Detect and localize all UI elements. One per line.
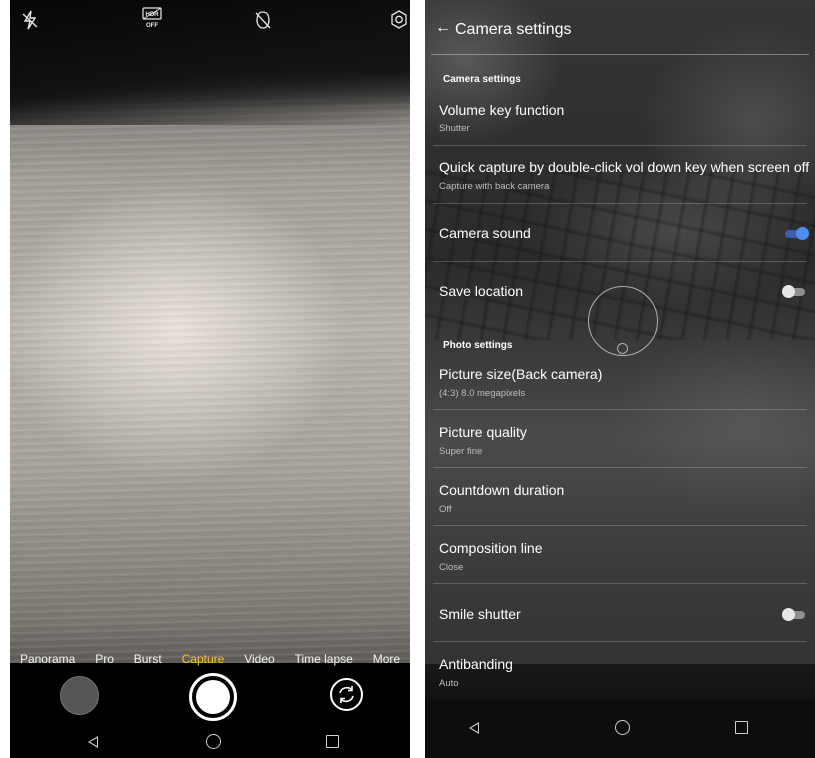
- setting-countdown-duration[interactable]: Countdown duration Off: [425, 468, 815, 526]
- switch-camera-icon: [339, 686, 354, 703]
- setting-picture-size[interactable]: Picture size(Back camera) (4:3) 8.0 mega…: [425, 356, 815, 410]
- setting-value: Shutter: [439, 123, 470, 134]
- mode-capture[interactable]: Capture: [182, 652, 225, 666]
- camera-sound-toggle[interactable]: [785, 227, 809, 240]
- focus-point: [617, 343, 628, 354]
- setting-picture-quality[interactable]: Picture quality Super fine: [425, 410, 815, 468]
- hdr-off-icon[interactable]: HDR OFF: [142, 7, 162, 33]
- wood-texture: [10, 100, 410, 663]
- settings-header: ← Camera settings: [425, 0, 815, 56]
- left-nav-bar: [10, 726, 410, 758]
- setting-title: Picture quality: [439, 424, 527, 440]
- nav-back-icon[interactable]: [469, 722, 479, 734]
- setting-value: Auto: [439, 678, 459, 689]
- page-title: Camera settings: [455, 21, 572, 38]
- mode-video[interactable]: Video: [244, 652, 274, 666]
- right-nav-bar: [425, 700, 815, 758]
- mode-time-lapse[interactable]: Time lapse: [295, 652, 353, 666]
- save-location-toggle[interactable]: [782, 285, 805, 298]
- section-camera-settings: Camera settings: [443, 74, 521, 85]
- nav-back-icon[interactable]: [88, 736, 98, 748]
- setting-title: Quick capture by double-click vol down k…: [439, 159, 810, 175]
- setting-smile-shutter[interactable]: Smile shutter: [425, 584, 815, 642]
- setting-save-location[interactable]: Save location: [425, 262, 815, 320]
- camera-top-bar: HDR OFF: [10, 0, 410, 44]
- setting-value: Super fine: [439, 446, 483, 457]
- camera-screen: HDR OFF Panorama Pro Burst Capture Video…: [10, 0, 410, 758]
- gallery-thumbnail[interactable]: [60, 676, 99, 715]
- setting-title: Antibanding: [439, 656, 513, 672]
- header-divider: [431, 54, 809, 55]
- flash-off-icon[interactable]: [22, 10, 38, 34]
- nav-home-icon[interactable]: [206, 734, 221, 749]
- setting-title: Save location: [439, 283, 524, 299]
- back-arrow-icon[interactable]: ←: [435, 19, 451, 37]
- viewfinder[interactable]: [10, 0, 410, 663]
- setting-title: Volume key function: [439, 102, 565, 118]
- shutter-button[interactable]: [189, 673, 237, 721]
- setting-title: Smile shutter: [439, 606, 521, 622]
- mode-more[interactable]: More: [373, 652, 400, 666]
- mode-pro[interactable]: Pro: [95, 652, 114, 666]
- section-photo-settings: Photo settings: [443, 340, 513, 351]
- settings-icon[interactable]: [390, 10, 408, 34]
- shutter-core: [196, 680, 230, 714]
- toggle-knob: [782, 285, 795, 298]
- setting-quick-capture[interactable]: Quick capture by double-click vol down k…: [425, 146, 815, 204]
- nav-recent-icon[interactable]: [735, 721, 748, 734]
- setting-value: (4:3) 8.0 megapixels: [439, 388, 526, 399]
- switch-camera-button[interactable]: [330, 678, 363, 711]
- settings-screen: ← Camera settings Camera settings Volume…: [425, 0, 815, 758]
- mode-burst[interactable]: Burst: [134, 652, 162, 666]
- toggle-knob: [796, 227, 809, 240]
- camera-mode-strip: Panorama Pro Burst Capture Video Time la…: [10, 648, 410, 670]
- hdr-off-label: OFF: [146, 23, 158, 29]
- beauty-off-icon[interactable]: [254, 10, 272, 34]
- setting-value: Off: [439, 504, 452, 515]
- setting-camera-sound[interactable]: Camera sound: [425, 204, 815, 262]
- setting-title: Picture size(Back camera): [439, 366, 603, 382]
- nav-recent-icon[interactable]: [326, 735, 339, 748]
- setting-antibanding[interactable]: Antibanding Auto: [425, 642, 815, 700]
- smile-shutter-toggle[interactable]: [782, 608, 805, 621]
- toggle-knob: [782, 608, 795, 621]
- setting-value: Close: [439, 562, 464, 573]
- setting-title: Composition line: [439, 540, 543, 556]
- mode-panorama[interactable]: Panorama: [20, 652, 75, 666]
- setting-title: Camera sound: [439, 225, 531, 241]
- setting-title: Countdown duration: [439, 482, 565, 498]
- hdr-label: HDR: [146, 12, 160, 18]
- setting-value: Capture with back camera: [439, 181, 550, 192]
- shutter-bar: [10, 670, 410, 726]
- nav-home-icon[interactable]: [615, 720, 630, 735]
- setting-composition-line[interactable]: Composition line Close: [425, 526, 815, 584]
